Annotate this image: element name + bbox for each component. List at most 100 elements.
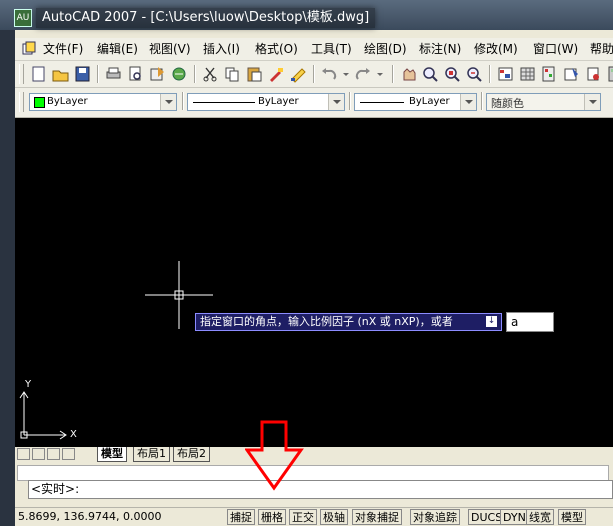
match-properties-icon[interactable] bbox=[267, 65, 286, 83]
toolbar-separator bbox=[392, 65, 394, 83]
zoom-previous-icon[interactable] bbox=[465, 65, 484, 83]
menu-modify[interactable]: 修改(M) bbox=[474, 40, 518, 58]
command-line-input[interactable]: <实时>: bbox=[28, 480, 613, 499]
document-menu-icon[interactable] bbox=[22, 41, 36, 55]
properties-icon[interactable] bbox=[496, 65, 515, 83]
color-swatch bbox=[34, 97, 45, 108]
pan-icon[interactable] bbox=[399, 65, 418, 83]
chevron-down-icon[interactable] bbox=[584, 94, 600, 110]
menu-draw[interactable]: 绘图(D) bbox=[364, 40, 407, 58]
toolbar-separator bbox=[182, 92, 184, 110]
first-tab-icon[interactable] bbox=[17, 448, 30, 460]
coordinate-readout[interactable]: 5.8699, 136.9744, 0.0000 bbox=[18, 509, 223, 525]
chevron-down-icon[interactable] bbox=[160, 94, 176, 110]
paste-icon[interactable] bbox=[245, 65, 264, 83]
print-icon[interactable] bbox=[104, 65, 123, 83]
lineweight-preview bbox=[360, 102, 404, 103]
tab-model[interactable]: 模型 bbox=[97, 447, 127, 462]
etransmit-icon[interactable] bbox=[170, 65, 189, 83]
plotstyle-value: 随颜色 bbox=[491, 97, 524, 110]
menu-edit[interactable]: 编辑(E) bbox=[97, 40, 138, 58]
otrack-toggle[interactable]: 对象追踪 bbox=[410, 509, 460, 525]
redo-icon[interactable] bbox=[354, 65, 373, 83]
linetype-value: ByLayer bbox=[258, 96, 299, 107]
standard-toolbar bbox=[15, 61, 613, 88]
prev-tab-icon[interactable] bbox=[32, 448, 45, 460]
canvas-overlay bbox=[19, 261, 213, 440]
chevron-down-icon[interactable] bbox=[460, 94, 476, 110]
lineweight-toggle[interactable]: 线宽 bbox=[526, 509, 554, 525]
window-frame-left bbox=[0, 30, 15, 526]
markup-icon[interactable] bbox=[584, 65, 603, 83]
cut-icon[interactable] bbox=[201, 65, 220, 83]
toolbar-grip[interactable] bbox=[19, 64, 24, 84]
chevron-down-icon[interactable] bbox=[328, 94, 344, 110]
design-center-icon[interactable] bbox=[518, 65, 537, 83]
block-editor-icon[interactable] bbox=[289, 65, 308, 83]
menu-tools[interactable]: 工具(T) bbox=[311, 40, 352, 58]
drawing-canvas[interactable]: Y X 指定窗口的角点，输入比例因子 (nX 或 nXP)，或者 ↓ a bbox=[15, 118, 613, 448]
color-value: ByLayer bbox=[47, 96, 88, 107]
lineweight-control-dropdown[interactable]: ByLayer bbox=[354, 93, 477, 111]
plotstyle-control-dropdown[interactable]: 随颜色 bbox=[486, 93, 601, 111]
toolbar-separator bbox=[313, 65, 315, 83]
window-title: AutoCAD 2007 - [C:\Users\luow\Desktop\模板… bbox=[36, 8, 376, 28]
tool-palettes-icon[interactable] bbox=[540, 65, 559, 83]
linetype-control-dropdown[interactable]: ByLayer bbox=[187, 93, 345, 111]
layout-tab-bar: 模型 布局1 布局2 bbox=[15, 447, 613, 462]
ucs-icon bbox=[19, 391, 67, 440]
toolbar-separator bbox=[194, 65, 196, 83]
undo-icon[interactable] bbox=[320, 65, 339, 83]
toolbar-grip[interactable] bbox=[19, 92, 24, 112]
polar-toggle[interactable]: 极轴 bbox=[320, 509, 348, 525]
snap-toggle[interactable]: 捕捉 bbox=[227, 509, 255, 525]
grid-toggle[interactable]: 栅格 bbox=[258, 509, 286, 525]
command-window: <实时>: bbox=[15, 463, 613, 505]
last-tab-icon[interactable] bbox=[62, 448, 75, 460]
dynamic-input-tooltip: 指定窗口的角点，输入比例因子 (nX 或 nXP)，或者 ↓ bbox=[195, 313, 502, 331]
color-control-dropdown[interactable]: ByLayer bbox=[29, 93, 177, 111]
dynamic-input-field[interactable]: a bbox=[506, 312, 554, 332]
ortho-toggle[interactable]: 正交 bbox=[289, 509, 317, 525]
menu-window[interactable]: 窗口(W) bbox=[533, 40, 578, 58]
ucs-x-label: X bbox=[70, 429, 77, 440]
toolbar-separator bbox=[489, 65, 491, 83]
properties-toolbar: ByLayer ByLayer ByLayer 随颜色 bbox=[15, 88, 613, 118]
sheet-set-icon[interactable] bbox=[562, 65, 581, 83]
calculator-icon[interactable] bbox=[606, 65, 613, 83]
osnap-toggle[interactable]: 对象捕捉 bbox=[352, 509, 402, 525]
tooltip-text: 指定窗口的角点，输入比例因子 (nX 或 nXP)，或者 bbox=[200, 315, 453, 328]
model-space-toggle[interactable]: 模型 bbox=[558, 509, 586, 525]
dyn-toggle[interactable]: DYN bbox=[500, 509, 529, 525]
menu-format[interactable]: 格式(O) bbox=[255, 40, 298, 58]
toolbar-separator bbox=[349, 92, 351, 110]
next-tab-icon[interactable] bbox=[47, 448, 60, 460]
toolbar-separator bbox=[481, 92, 483, 110]
tab-layout1[interactable]: 布局1 bbox=[133, 447, 170, 462]
menu-help[interactable]: 帮助 bbox=[590, 40, 613, 58]
print-preview-icon[interactable] bbox=[126, 65, 145, 83]
zoom-window-icon[interactable] bbox=[443, 65, 462, 83]
down-arrow-icon[interactable]: ↓ bbox=[486, 316, 497, 327]
tab-layout2[interactable]: 布局2 bbox=[173, 447, 210, 462]
autocad-app-icon[interactable]: AU bbox=[14, 9, 32, 27]
menu-file[interactable]: 文件(F) bbox=[43, 40, 83, 58]
status-bar: 5.8699, 136.9744, 0.0000 捕捉 栅格 正交 极轴 对象捕… bbox=[15, 507, 613, 526]
toolbar-separator bbox=[97, 65, 99, 83]
menu-dimension[interactable]: 标注(N) bbox=[419, 40, 461, 58]
menu-bar: 文件(F) 编辑(E) 视图(V) 插入(I) 格式(O) 工具(T) 绘图(D… bbox=[15, 38, 613, 61]
lineweight-value: ByLayer bbox=[409, 96, 450, 107]
zoom-realtime-icon[interactable] bbox=[421, 65, 440, 83]
copy-icon[interactable] bbox=[223, 65, 242, 83]
new-icon[interactable] bbox=[29, 65, 48, 83]
menu-insert[interactable]: 插入(I) bbox=[203, 40, 240, 58]
open-icon[interactable] bbox=[51, 65, 70, 83]
save-icon[interactable] bbox=[73, 65, 92, 83]
menu-view[interactable]: 视图(V) bbox=[149, 40, 191, 58]
autocad-window: AU AutoCAD 2007 - [C:\Users\luow\Desktop… bbox=[0, 0, 613, 526]
title-bar[interactable]: AU AutoCAD 2007 - [C:\Users\luow\Desktop… bbox=[0, 0, 613, 30]
red-down-arrow-icon bbox=[245, 420, 304, 491]
command-history[interactable] bbox=[17, 465, 609, 481]
publish-icon[interactable] bbox=[148, 65, 167, 83]
linetype-preview bbox=[193, 102, 255, 103]
